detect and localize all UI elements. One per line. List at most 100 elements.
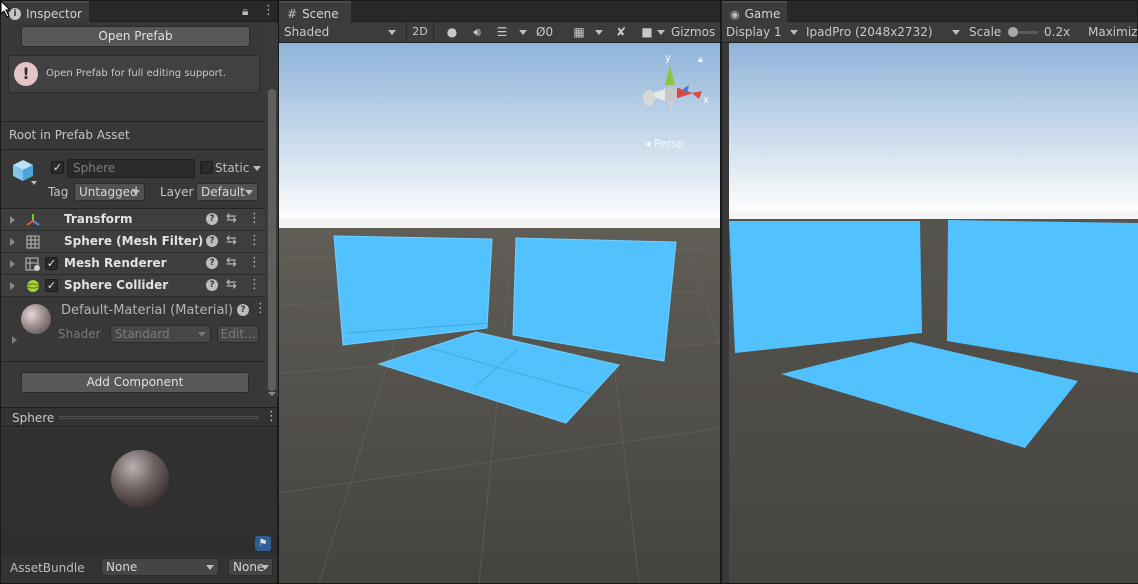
help-icon[interactable]: ? [206, 279, 218, 291]
foldout-arrow-icon[interactable] [10, 260, 15, 268]
tab-scene[interactable]: # Scene [279, 1, 351, 22]
help-icon[interactable]: ? [206, 235, 218, 247]
persp-arrow-icon: ◂ [645, 137, 651, 150]
static-checkbox[interactable] [200, 161, 213, 174]
component-mesh-renderer[interactable]: ✓ Mesh Renderer ? ⇆ ⋮ [1, 253, 265, 275]
axis-x-label: x [703, 95, 709, 106]
game-viewport[interactable] [729, 43, 1138, 583]
scene-toolbar: Shaded 2D ● 🔊︎ ☰ Ø0 ▦ ✘ ■ Gizmos [279, 22, 720, 43]
active-checkbox[interactable]: ✓ [51, 161, 64, 174]
tab-label: Inspector [26, 7, 82, 21]
assetbundle-value: None [106, 560, 138, 574]
assetbundle-label: AssetBundle [10, 561, 85, 575]
kebab-menu-icon[interactable]: ⋮ [248, 255, 261, 270]
add-component-button[interactable]: Add Component [21, 372, 249, 393]
grid-icon: # [287, 7, 298, 21]
tab-game[interactable]: ◉ Game [722, 1, 787, 22]
component-sphere-collider[interactable]: ✓ Sphere Collider ? ⇆ ⋮ [1, 275, 265, 297]
preset-icon[interactable]: ⇆ [226, 233, 237, 248]
persp-label: Persp [654, 137, 685, 150]
transform-icon [26, 214, 40, 226]
preview-area[interactable] [1, 428, 277, 532]
maximize-toggle[interactable]: Maximiz [1088, 22, 1138, 43]
tab-inspector[interactable]: i Inspector [1, 1, 89, 22]
scale-slider[interactable] [1008, 27, 1038, 37]
chevron-down-icon [595, 30, 603, 35]
lock-icon[interactable]: 🔒︎ [242, 4, 248, 19]
game-toolbar: Display 1 IpadPro (2048x2732) Scale 0.2x… [722, 22, 1137, 43]
kebab-menu-icon[interactable]: ⋮ [248, 233, 261, 248]
tag-dropdown[interactable]: Untagged [74, 183, 145, 201]
chevron-down-icon [657, 30, 665, 35]
chevron-down-icon [790, 30, 798, 35]
assetbundle-variant-dropdown[interactable]: None [228, 558, 273, 576]
preview-header[interactable]: Sphere ⋮ [1, 407, 278, 427]
effects-dropdown[interactable] [519, 22, 529, 43]
camera-icon[interactable]: ■ [638, 22, 656, 43]
kebab-menu-icon[interactable]: ⋮ [248, 277, 261, 292]
kebab-menu-icon[interactable]: ⋮ [265, 409, 278, 424]
component-transform[interactable]: Transform ? ⇆ ⋮ [1, 209, 265, 231]
component-enabled-checkbox[interactable]: ✓ [45, 257, 58, 270]
mesh-renderer-icon [25, 257, 40, 271]
scrollbar-thumb[interactable] [268, 89, 276, 391]
orientation-gizmo[interactable]: y x 🔒︎ [637, 53, 713, 133]
chevron-down-icon [952, 30, 960, 35]
hidden-objects-toggle[interactable]: Ø0 [536, 22, 564, 43]
tools-icon[interactable]: ✘ [613, 22, 629, 43]
divider [1, 361, 265, 362]
preset-icon[interactable]: ⇆ [226, 277, 237, 292]
prefab-cube-icon [13, 160, 37, 185]
lock-icon[interactable]: 🔒︎ [698, 55, 703, 65]
component-enabled-checkbox[interactable]: ✓ [45, 279, 58, 292]
chevron-down-icon [388, 30, 396, 35]
foldout-arrow-icon[interactable] [10, 282, 15, 290]
audio-toggle-icon[interactable]: 🔊︎ [468, 22, 486, 43]
label-tag-icon[interactable]: ⚑ [255, 536, 271, 551]
material-preview-icon[interactable] [21, 304, 51, 334]
preview-title: Sphere [12, 411, 55, 425]
assetbundle-dropdown[interactable]: None [101, 558, 219, 576]
layer-dropdown[interactable]: Default [196, 183, 258, 201]
kebab-menu-icon[interactable]: ⋮ [262, 3, 275, 18]
help-icon[interactable]: ? [206, 213, 218, 225]
projection-toggle[interactable]: ◂ Persp [645, 137, 684, 150]
kebab-menu-icon[interactable]: ⋮ [248, 211, 261, 226]
info-message: Open Prefab for full editing support. [46, 68, 226, 79]
inspector-tabbar: i Inspector 🔒︎ ⋮ [1, 1, 277, 22]
help-icon[interactable]: ? [237, 304, 249, 316]
resolution-dropdown[interactable]: IpadPro (2048x2732) [806, 22, 960, 43]
2d-toggle-button[interactable]: 2D [406, 22, 434, 43]
camera-dropdown[interactable] [657, 22, 667, 43]
display-dropdown[interactable]: Display 1 [726, 22, 798, 43]
preset-icon[interactable]: ⇆ [226, 211, 237, 226]
effects-toggle-icon[interactable]: ☰ [493, 22, 511, 43]
foldout-arrow-icon[interactable] [10, 216, 15, 224]
preview-drag-handle[interactable] [59, 416, 259, 419]
component-mesh-filter[interactable]: Sphere (Mesh Filter) ? ⇆ ⋮ [1, 231, 265, 253]
scale-slider-thumb[interactable] [1008, 27, 1018, 37]
static-dropdown[interactable]: Static [215, 161, 262, 175]
chevron-down-icon [198, 332, 206, 337]
object-name-field[interactable]: Sphere [67, 159, 195, 178]
scale-value: 0.2x [1044, 25, 1071, 39]
grid-dropdown[interactable] [595, 22, 605, 43]
shading-mode-dropdown[interactable]: Shaded [284, 22, 400, 43]
lighting-toggle-icon[interactable]: ● [443, 22, 461, 43]
gizmos-dropdown[interactable]: Gizmos [671, 22, 717, 43]
game-tabbar: ◉ Game [722, 1, 1137, 22]
preset-icon[interactable]: ⇆ [226, 255, 237, 270]
help-icon[interactable]: ? [206, 257, 218, 269]
component-label: Transform [64, 212, 133, 226]
foldout-arrow-icon[interactable] [10, 238, 15, 246]
scroll-down-arrow-icon[interactable] [268, 392, 276, 396]
shader-dropdown[interactable]: Standard [110, 325, 211, 343]
shader-value: Standard [115, 327, 170, 341]
edit-shader-button[interactable]: Edit... [217, 325, 259, 343]
scene-viewport[interactable]: y x 🔒︎ ◂ Persp [278, 43, 721, 584]
foldout-arrow-icon[interactable] [12, 336, 17, 344]
open-prefab-button[interactable]: Open Prefab [21, 26, 250, 47]
chevron-down-icon [206, 565, 214, 570]
display-value: Display 1 [726, 25, 782, 39]
grid-toggle-icon[interactable]: ▦ [570, 22, 588, 43]
